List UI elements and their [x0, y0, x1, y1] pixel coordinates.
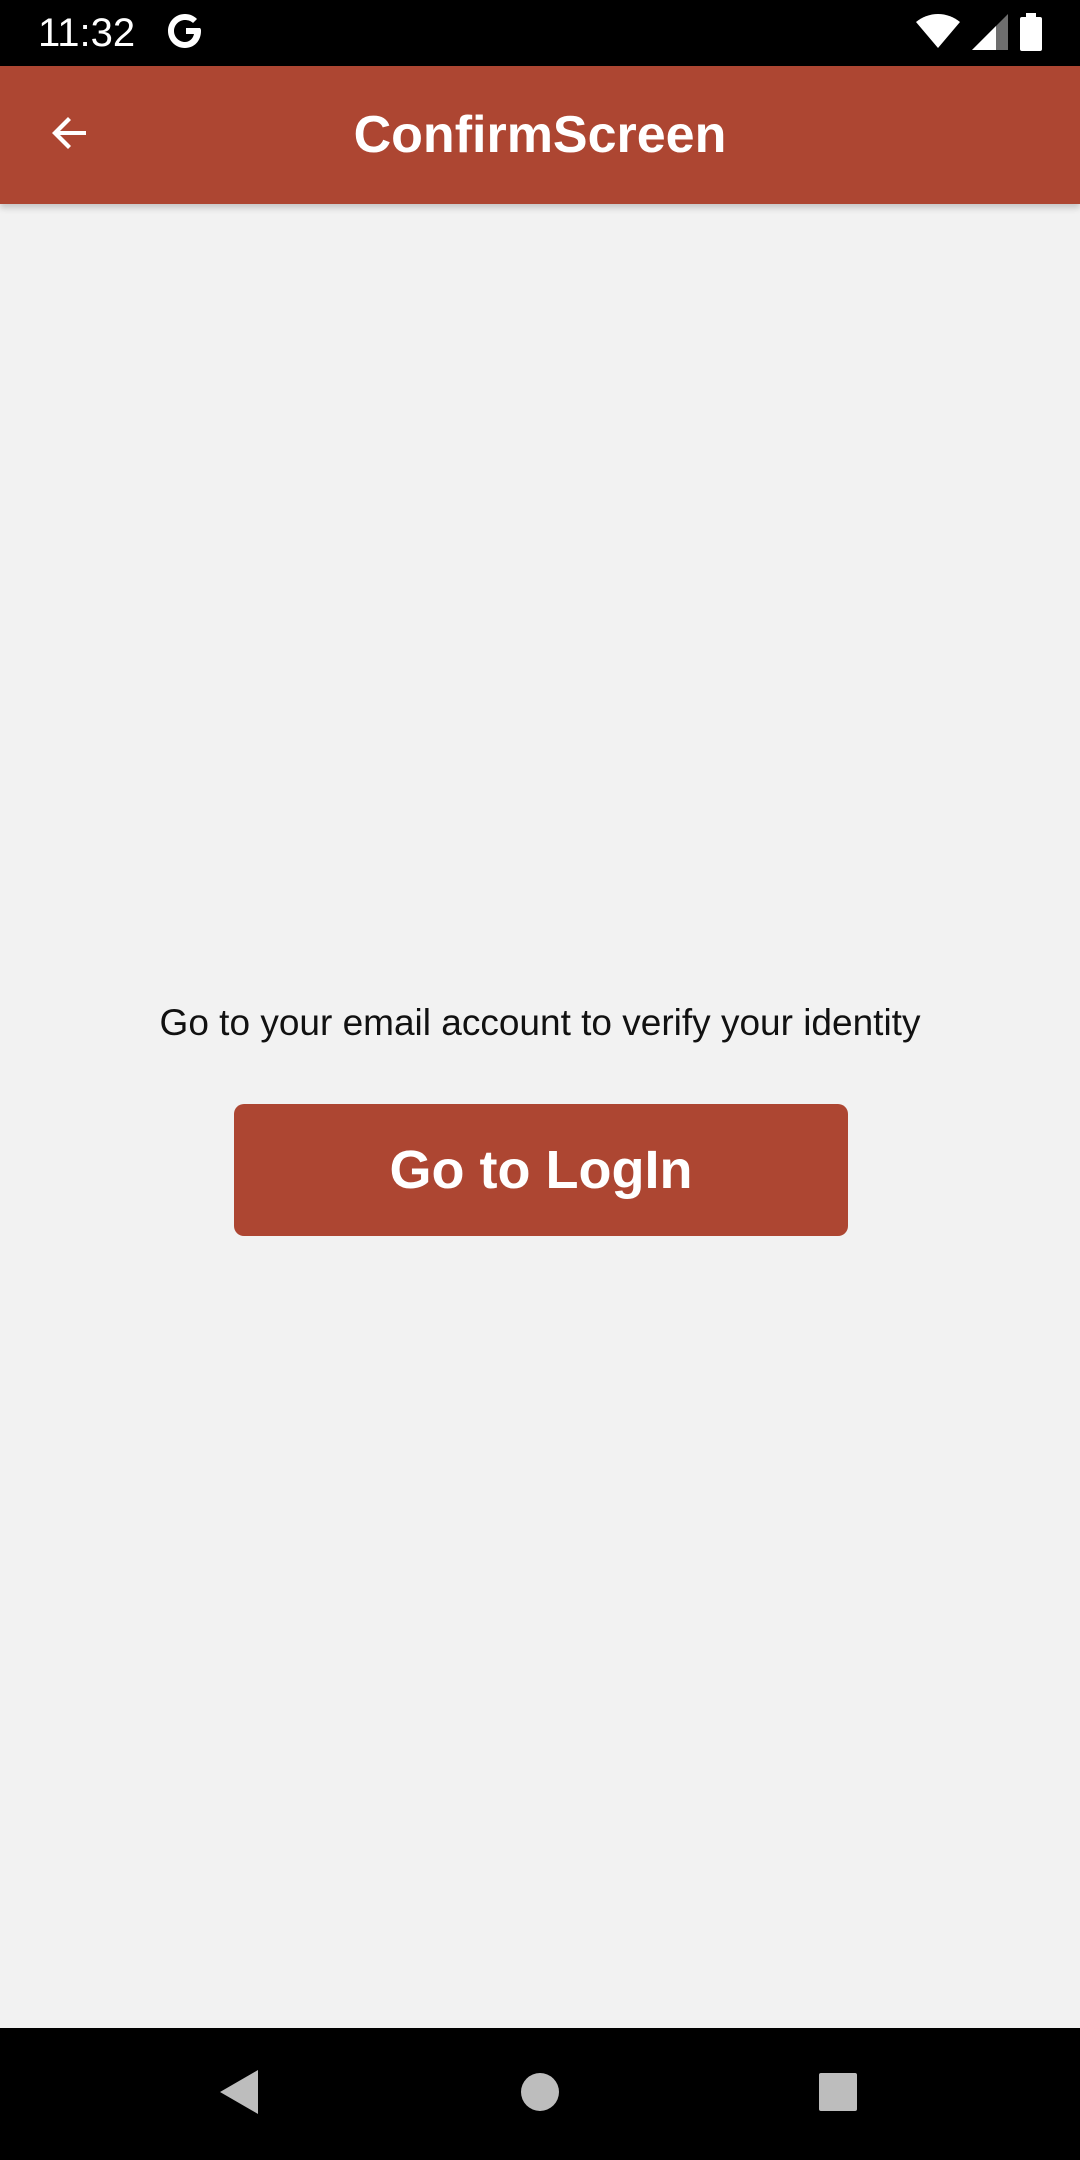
google-icon	[166, 8, 206, 54]
nav-recents-button[interactable]	[798, 2054, 878, 2134]
status-time: 11:32	[38, 11, 136, 55]
navigation-bar	[0, 2028, 1080, 2160]
nav-home-button[interactable]	[500, 2054, 580, 2134]
nav-recents-icon	[818, 2072, 858, 2117]
status-icons	[916, 12, 1042, 56]
nav-back-button[interactable]	[200, 2054, 280, 2134]
arrow-back-icon	[46, 109, 94, 162]
nav-home-icon	[520, 2072, 560, 2117]
app-bar: ConfirmScreen	[0, 66, 1080, 204]
wifi-icon	[916, 13, 960, 55]
cell-signal-icon	[972, 13, 1008, 55]
main-content: Go to your email account to verify your …	[0, 204, 1080, 2028]
back-button[interactable]	[30, 95, 110, 175]
battery-icon	[1020, 12, 1042, 56]
page-title: ConfirmScreen	[353, 106, 727, 164]
status-bar: 11:32	[0, 0, 1080, 66]
go-to-login-button[interactable]: Go to LogIn	[234, 1104, 848, 1236]
confirm-screen: 11:32 ConfirmScreen Go to your email acc…	[0, 0, 1080, 2160]
nav-back-icon	[218, 2068, 262, 2121]
verify-message: Go to your email account to verify your …	[159, 1002, 921, 1043]
